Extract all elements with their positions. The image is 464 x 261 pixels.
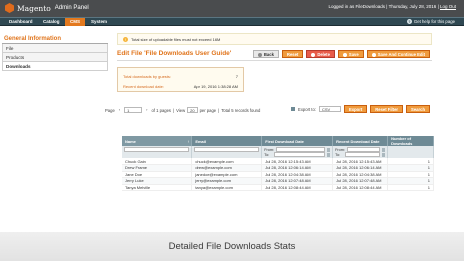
page-label: Page — [105, 107, 115, 113]
delete-button[interactable]: Delete — [306, 50, 335, 58]
view-label: View — [176, 107, 186, 113]
action-buttons: Back Reset Delete Save Save And Continue… — [252, 50, 430, 58]
column-header-first-download[interactable]: First Download Date — [261, 136, 334, 146]
logged-in-text: Logged in as FileDownloads — [328, 4, 385, 9]
recent-download-value: Apr 19, 2016 1:38:28 AM — [193, 83, 238, 89]
nav-item-cms[interactable]: CMS — [65, 18, 85, 26]
title-bar: Edit File 'File Downloads User Guide' Ba… — [117, 47, 432, 61]
caption: Detailed File Downloads Stats — [0, 232, 464, 261]
notice-text: Total size of uploadable files must not … — [131, 37, 221, 42]
header-user-info: Logged in as FileDownloads | Thursday, J… — [328, 4, 456, 9]
save-and-continue-button[interactable]: Save And Continue Edit — [366, 50, 430, 58]
grid-actions: Export to: CSV Export Reset Filter Searc… — [291, 105, 430, 113]
nav-item-system[interactable]: System — [86, 18, 112, 26]
cell-name: Tanya Melville — [122, 184, 193, 191]
column-header-number-downloads[interactable]: Number of Downloads — [387, 136, 434, 146]
save-button[interactable]: Save — [337, 50, 364, 58]
header-date: Thursday, July 28, 2016 — [388, 4, 437, 9]
nav-item-catalog[interactable]: Catalog — [38, 18, 65, 26]
nav-item-dashboard[interactable]: Dashboard — [4, 18, 38, 26]
page-input[interactable]: 1 — [124, 107, 143, 113]
total-downloads-label: Total downloads by guests: — [123, 73, 172, 79]
sidebar-tab-file[interactable]: File — [2, 44, 108, 53]
admin-screen: Magento Admin Panel Logged in as FileDow… — [0, 0, 464, 232]
cell-recent-download: Jul 28, 2016 12:06:14 AM — [332, 164, 389, 172]
cell-recent-download: Jul 28, 2016 12:07:48 AM — [332, 177, 389, 185]
upload-size-notice: ! Total size of uploadable files must no… — [117, 33, 432, 45]
back-button[interactable]: Back — [252, 50, 279, 58]
cell-email: tanya@example.com — [191, 184, 263, 191]
download-stats-box: Total downloads by guests: 7 Recent down… — [117, 67, 244, 92]
main-nav: Dashboard Catalog CMS System ? Get help … — [0, 17, 464, 26]
calendar-icon[interactable] — [327, 147, 331, 152]
calendar-icon[interactable] — [382, 152, 386, 157]
logo-name: Magento — [17, 3, 51, 13]
filter-row: From: To: From: To: — [122, 146, 434, 158]
back-arrow-icon — [257, 52, 262, 57]
total-downloads-value: 7 — [235, 73, 238, 79]
export-label: Export to: — [298, 106, 316, 112]
total-downloads-row: Total downloads by guests: 7 — [123, 71, 238, 81]
cell-number-downloads: 1 — [387, 184, 434, 191]
logout-link[interactable]: Log Out — [440, 4, 456, 9]
sidebar: General Information File Products Downlo… — [2, 35, 108, 71]
pager: Page ‹ 1 › of 1 pages | View 20 per page… — [105, 107, 261, 113]
grid-body: Chuck Gain chuck@example.com Jul 28, 2016 … — [122, 158, 434, 191]
magento-logo-icon — [5, 3, 14, 13]
first-date-to-input[interactable] — [274, 152, 326, 157]
downloads-grid: Name ↑ Email First Download Date Recent D… — [122, 136, 434, 191]
column-header-name[interactable]: Name ↑ — [122, 136, 193, 146]
prev-page-icon[interactable]: ‹ — [117, 107, 122, 113]
email-filter-input[interactable] — [194, 147, 260, 152]
save-continue-icon — [371, 52, 376, 57]
next-page-icon[interactable]: › — [144, 107, 149, 113]
cell-recent-download: Jul 28, 2016 12:04:38 AM — [332, 171, 389, 178]
reset-filter-button[interactable]: Reset Filter — [370, 105, 404, 113]
table-row[interactable]: Tanya Melville tanya@example.com Jul 28, 2… — [122, 184, 434, 191]
magento-logo[interactable]: Magento Admin Panel — [5, 3, 89, 13]
recent-download-label: Recent download date: — [123, 83, 164, 89]
delete-icon — [311, 52, 316, 57]
calendar-icon[interactable] — [382, 147, 386, 152]
of-pages-text: of 1 pages — [151, 107, 172, 113]
info-icon: ! — [123, 37, 128, 42]
main-content: ! Total size of uploadable files must no… — [105, 33, 432, 117]
cell-first-download: Jul 28, 2016 12:08:44 AM — [261, 184, 334, 191]
help-link-label: Get help for this page — [413, 19, 455, 24]
per-page-select[interactable]: 20 — [187, 107, 198, 113]
recent-download-row: Recent download date: Apr 19, 2016 1:38:… — [123, 81, 238, 91]
reset-button[interactable]: Reset — [281, 50, 304, 58]
page-title: Edit File 'File Downloads User Guide' — [117, 50, 232, 57]
grid-toolbar: Page ‹ 1 › of 1 pages | View 20 per page… — [105, 105, 432, 117]
sidebar-tab-products[interactable]: Products — [2, 53, 108, 62]
logo-panel-label: Admin Panel — [54, 5, 89, 11]
search-button[interactable]: Search — [406, 105, 430, 113]
column-header-email[interactable]: Email — [191, 136, 263, 146]
export-icon — [291, 107, 296, 111]
per-page-label: per page — [199, 107, 217, 113]
export-format-select[interactable]: CSV — [318, 106, 341, 112]
header-bar: Magento Admin Panel Logged in as FileDow… — [0, 0, 464, 17]
name-filter-input[interactable] — [124, 147, 190, 152]
records-found-text: Total 5 records found — [221, 107, 261, 113]
sidebar-tab-downloads[interactable]: Downloads — [2, 62, 108, 71]
cell-recent-download: Jul 28, 2016 12:08:44 AM — [332, 184, 389, 191]
sort-arrow-icon: ↑ — [187, 138, 190, 144]
save-icon — [342, 52, 347, 57]
help-link[interactable]: ? Get help for this page — [406, 19, 455, 24]
recent-date-to-input[interactable] — [345, 152, 381, 157]
export-button[interactable]: Export — [343, 105, 368, 113]
calendar-icon[interactable] — [327, 152, 331, 157]
help-icon: ? — [406, 19, 412, 24]
column-header-recent-download[interactable]: Recent Download Date — [332, 136, 389, 146]
sidebar-title: General Information — [2, 35, 108, 44]
